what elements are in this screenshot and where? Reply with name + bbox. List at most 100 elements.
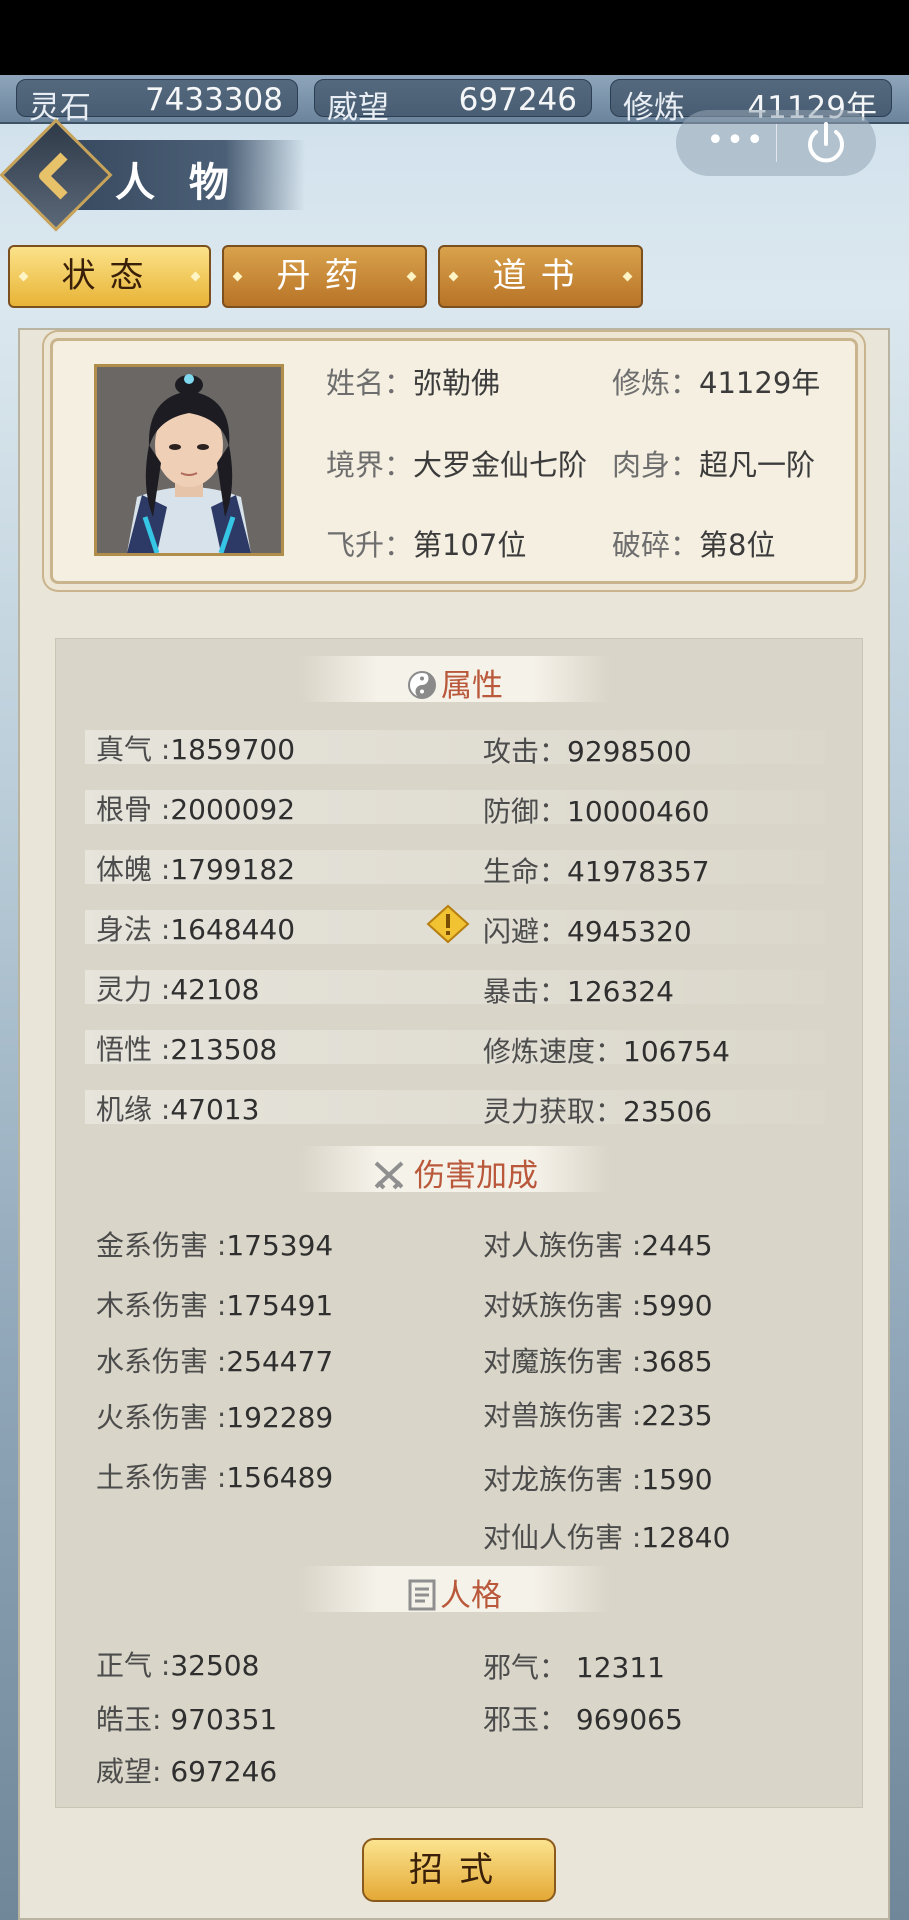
power-icon[interactable] [796, 120, 856, 166]
profile-shatter-label: 破碎： [612, 528, 700, 562]
stat-value: 23506 [623, 1095, 713, 1128]
tab-pills[interactable]: 丹药 [222, 245, 427, 308]
profile-name-label: 姓名： [326, 366, 414, 400]
profile-body-value: 超凡一阶 [699, 448, 816, 482]
damage-water: 水系伤害 :254477 [96, 1340, 333, 1380]
stat-value: 2000092 [170, 793, 296, 826]
stat-attack: 攻击：9298500 [483, 730, 692, 770]
stat-label: 水系伤害 : [96, 1345, 227, 1378]
stat-value: 126324 [567, 975, 674, 1008]
capsule-divider [776, 124, 777, 162]
stat-defense: 防御：10000460 [483, 790, 710, 830]
stat-value: 32508 [170, 1649, 260, 1682]
stat-value: 254477 [226, 1345, 334, 1378]
more-options-button[interactable]: ••• [696, 124, 776, 162]
profile-cultivation: 修炼：41129年 [612, 360, 820, 402]
resource-value: 697246 [458, 82, 577, 118]
stat-spirit-gain: 灵力获取：23506 [483, 1090, 712, 1130]
stat-label: 攻击： [483, 735, 568, 768]
damage-metal: 金系伤害 :175394 [96, 1224, 333, 1264]
stat-cultivation-speed: 修炼速度：106754 [483, 1030, 730, 1070]
stat-label: 土系伤害 : [96, 1461, 227, 1494]
document-icon [408, 1579, 436, 1611]
profile-name: 姓名：弥勒佛 [326, 360, 500, 402]
profile-shatter-value: 第8位 [699, 528, 776, 562]
tab-books[interactable]: 道书 [438, 245, 643, 308]
damage-vs-human: 对人族伤害 :2445 [483, 1224, 713, 1264]
skills-button[interactable]: 招式 [362, 1838, 556, 1902]
page-title: 人 物 [115, 159, 239, 206]
stat-label: 对兽族伤害 : [483, 1399, 642, 1432]
stat-label: 邪气： [483, 1651, 576, 1684]
chevron-left-icon[interactable] [26, 148, 86, 204]
section-header-damage: 伤害加成 [300, 1146, 610, 1195]
stat-value: 1799182 [170, 853, 296, 886]
stat-value: 213508 [170, 1033, 278, 1066]
stat-life: 生命：41978357 [483, 850, 710, 890]
stat-dodge: 闪避：4945320 [483, 910, 692, 950]
stat-label: 邪玉： [483, 1703, 576, 1736]
stat-value: 10000460 [567, 795, 710, 828]
stat-value: 106754 [623, 1035, 730, 1068]
stat-physique: 体魄 :1799182 [96, 848, 295, 888]
stat-label: 对人族伤害 : [483, 1229, 642, 1262]
stat-value: 4945320 [567, 915, 692, 948]
yin-yang-icon [408, 671, 436, 699]
status-bar [0, 0, 909, 75]
section-title: 伤害加成 [300, 1150, 610, 1195]
profile-body: 肉身：超凡一阶 [612, 442, 815, 484]
stat-root: 根骨 :2000092 [96, 788, 295, 828]
warning-icon[interactable] [426, 904, 470, 944]
stat-value: 1859700 [170, 733, 296, 766]
resource-value: 7433308 [144, 82, 283, 118]
profile-cultivation-label: 修炼： [612, 366, 700, 400]
tab-status[interactable]: 状态 [8, 245, 211, 308]
stat-label: 灵力获取： [483, 1095, 624, 1128]
stat-label: 金系伤害 : [96, 1229, 227, 1262]
stat-label: 真气 : [96, 733, 171, 766]
tab-label: 状态 [61, 256, 158, 296]
stat-label: 暴击： [483, 975, 568, 1008]
stat-label: 对妖族伤害 : [483, 1289, 642, 1322]
section-header-personality: 人格 [300, 1566, 610, 1615]
stat-crit: 暴击：126324 [483, 970, 674, 1010]
stat-label: 灵力 : [96, 973, 171, 1006]
stat-spirit: 灵力 :42108 [96, 968, 259, 1008]
stat-value: 5990 [641, 1289, 713, 1322]
damage-vs-immortal: 对仙人伤害 :12840 [483, 1516, 730, 1556]
stat-value: 41978357 [567, 855, 710, 888]
miniapp-capsule: ••• [676, 110, 876, 176]
damage-vs-devil: 对魔族伤害 :3685 [483, 1340, 713, 1380]
damage-earth: 土系伤害 :156489 [96, 1456, 333, 1496]
profile-cultivation-value: 41129年 [699, 366, 821, 400]
stat-label: 悟性 : [96, 1033, 171, 1066]
stat-label: 对魔族伤害 : [483, 1345, 642, 1378]
stat-value: 9298500 [567, 735, 692, 768]
tab-ornament [622, 271, 633, 282]
profile-body-label: 肉身： [612, 448, 700, 482]
character-portrait [94, 364, 284, 556]
personality-xieyu: 邪玉： 969065 [483, 1698, 683, 1738]
profile-name-value: 弥勒佛 [413, 366, 501, 400]
stat-label: 根骨 : [96, 793, 171, 826]
stat-value: 156489 [226, 1461, 334, 1494]
section-title-text: 人格 [440, 1578, 502, 1614]
tab-ornament [18, 271, 29, 282]
stat-fortune: 机缘 :47013 [96, 1088, 259, 1128]
tab-ornament [190, 271, 201, 282]
stat-value: 42108 [170, 973, 260, 1006]
damage-wood: 木系伤害 :175491 [96, 1284, 333, 1324]
damage-fire: 火系伤害 :192289 [96, 1396, 333, 1436]
section-title: 人格 [300, 1570, 610, 1615]
stat-value: 970351 [170, 1703, 278, 1736]
stat-value: 1590 [641, 1463, 713, 1496]
stat-value: 697246 [170, 1755, 278, 1788]
resource-label: 修炼 [623, 90, 685, 126]
section-header-attributes: 属性 [300, 656, 610, 704]
crossed-swords-icon [374, 1161, 404, 1190]
profile-ascend-label: 飞升： [326, 528, 414, 562]
profile-realm: 境界：大罗金仙七阶 [326, 442, 587, 484]
personality-prestige: 威望: 697246 [96, 1750, 277, 1790]
stat-label: 闪避： [483, 915, 568, 948]
personality-haoyu: 皓玉: 970351 [96, 1698, 277, 1738]
